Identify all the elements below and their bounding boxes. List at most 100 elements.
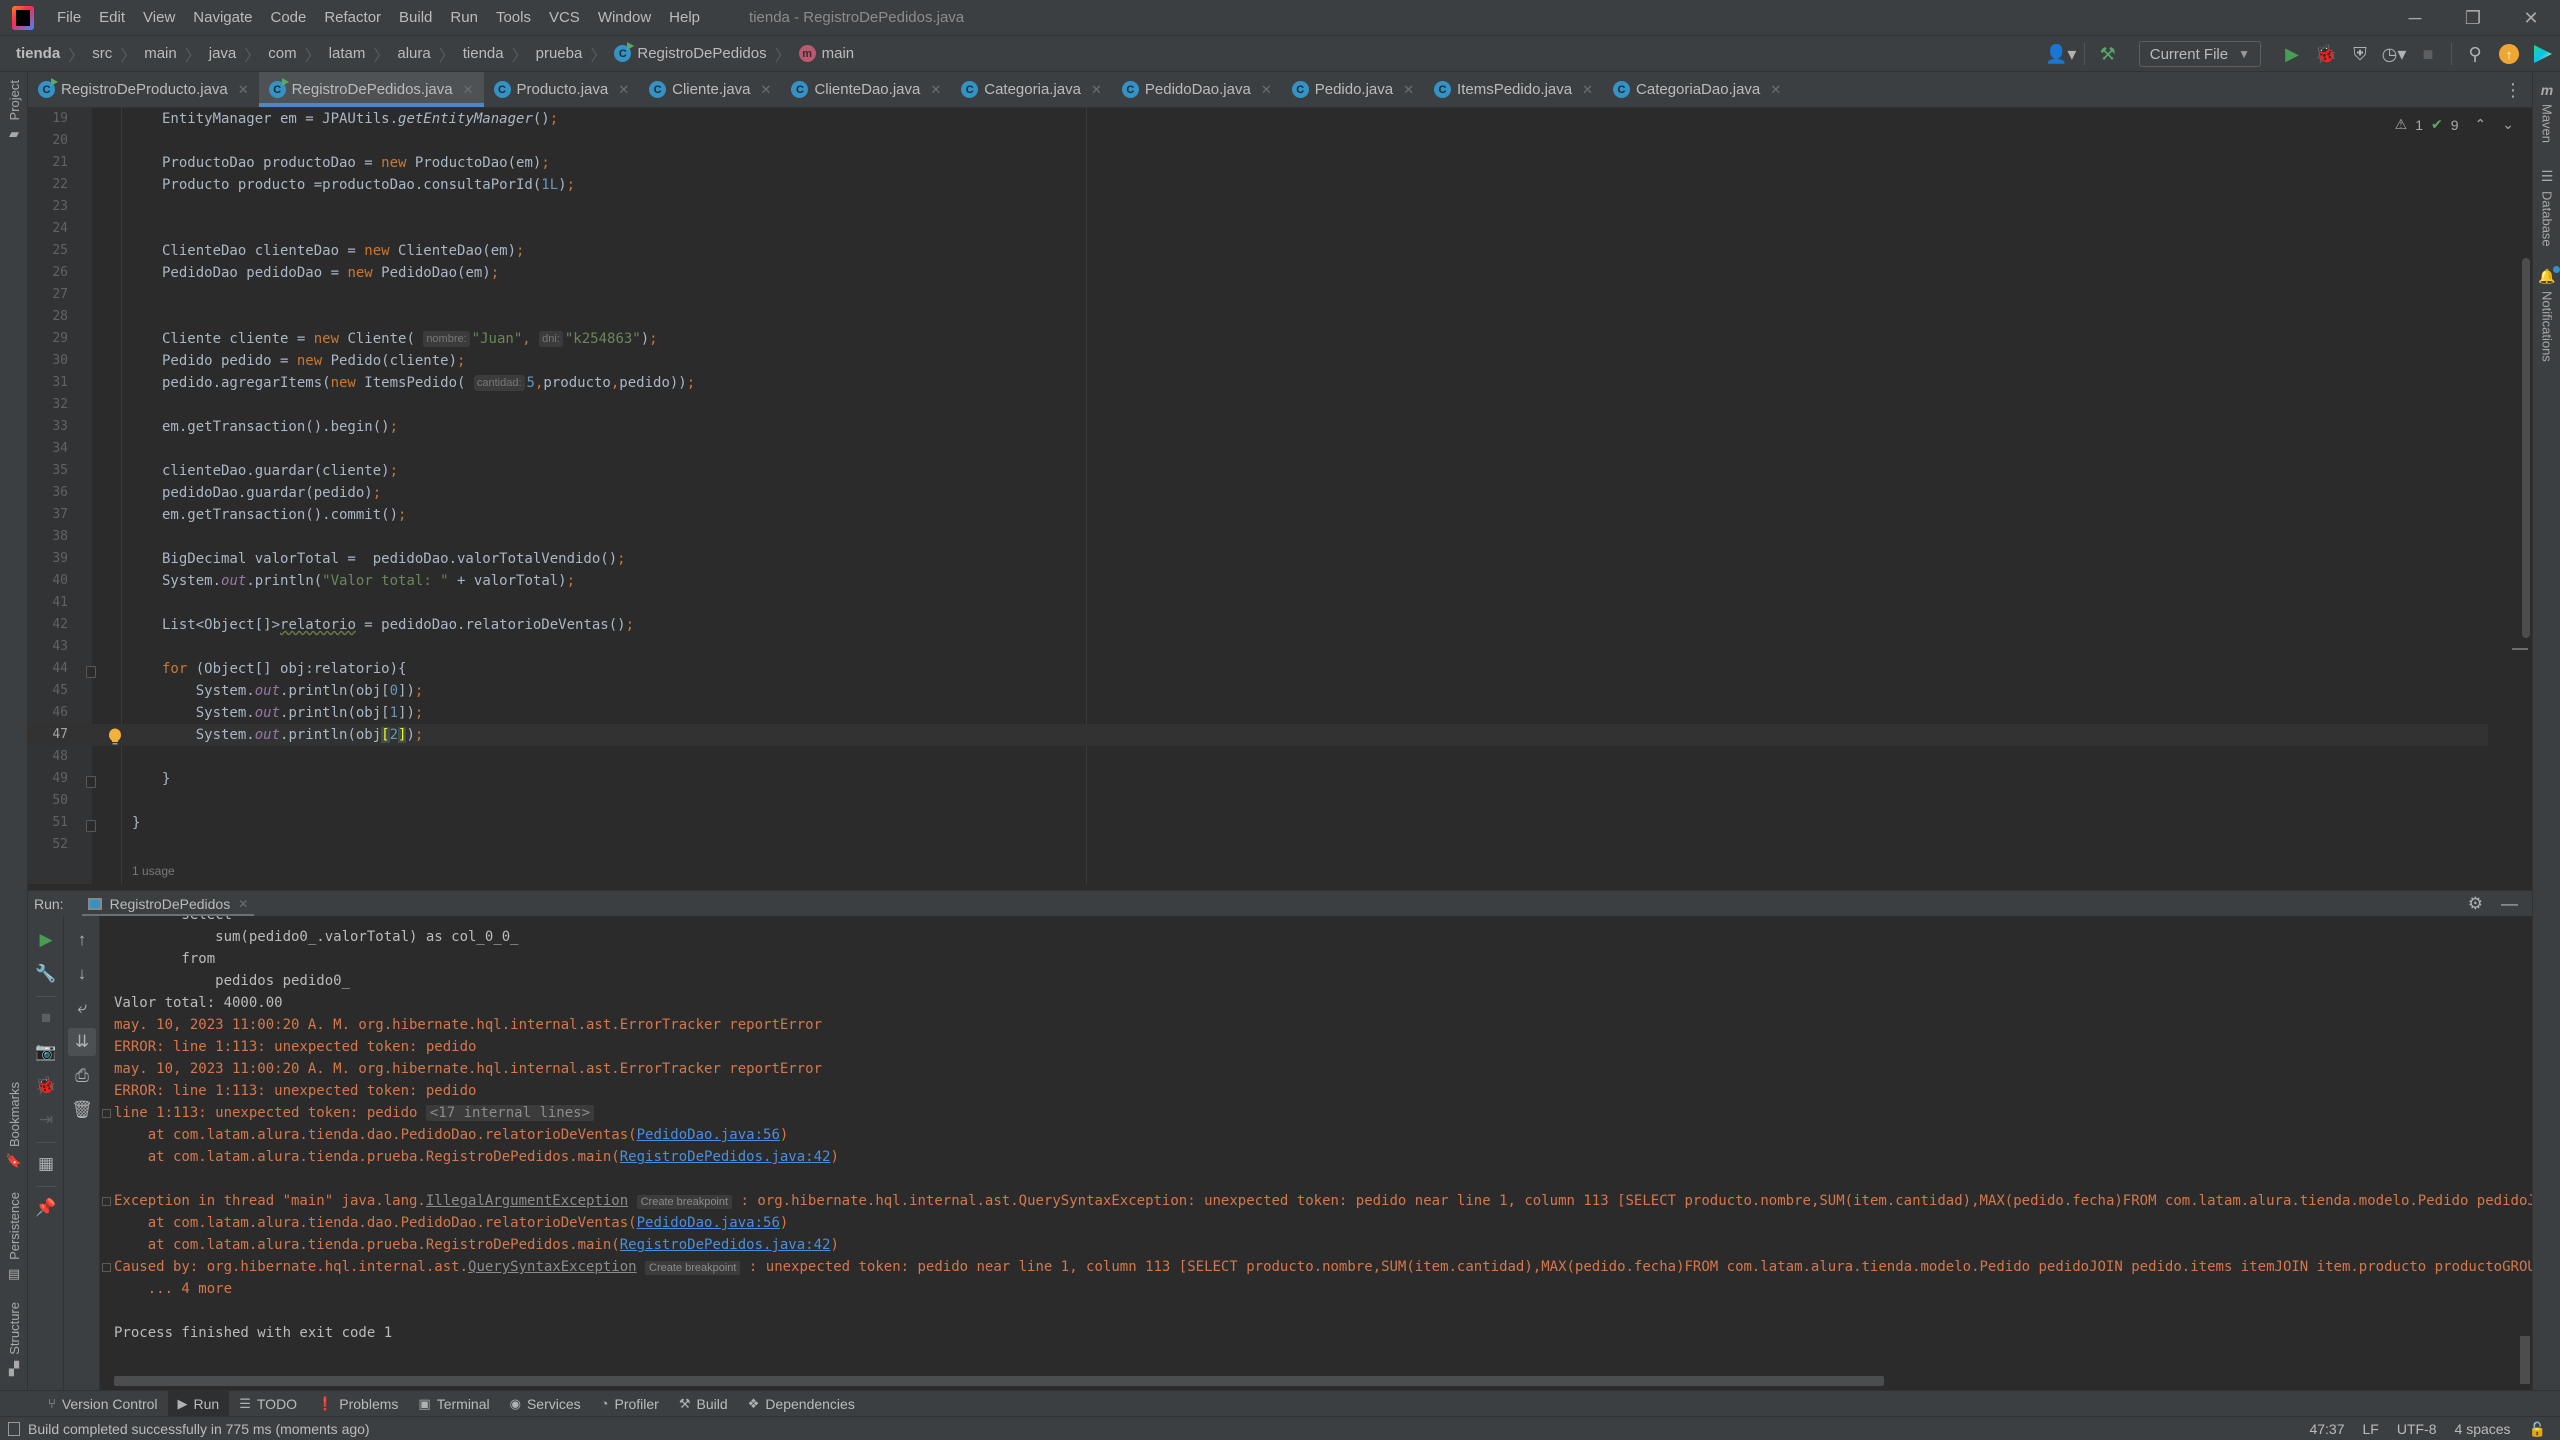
- line-number[interactable]: 38: [28, 526, 68, 548]
- login-icon[interactable]: ⇥: [32, 1106, 60, 1134]
- code-line[interactable]: 19 EntityManager em = JPAUtils.getEntityM…: [28, 108, 2488, 130]
- code-line[interactable]: 22 Producto producto =productoDao.consult…: [28, 174, 2488, 196]
- line-number[interactable]: 39: [28, 548, 68, 570]
- file-encoding[interactable]: UTF-8: [2397, 1421, 2437, 1437]
- breadcrumb-item[interactable]: main: [144, 45, 177, 62]
- run-config-select[interactable]: Current File ▼: [2138, 41, 2261, 67]
- close-tab-icon[interactable]: ✕: [463, 82, 474, 98]
- line-number[interactable]: 51: [28, 812, 68, 834]
- tool-tab-maven[interactable]: m Maven: [2533, 82, 2560, 143]
- intellij-logo-icon[interactable]: [12, 5, 34, 30]
- line-number[interactable]: 21: [28, 152, 68, 174]
- rerun-icon[interactable]: ▶: [32, 926, 60, 954]
- line-number[interactable]: 32: [28, 394, 68, 416]
- code-line[interactable]: 47 System.out.println(obj[2]);: [28, 724, 2488, 746]
- line-number[interactable]: 49: [28, 768, 68, 790]
- editor-tab[interactable]: C Pedido.java ✕: [1282, 72, 1424, 107]
- print-icon[interactable]: ⎙: [68, 1062, 96, 1090]
- close-tab-icon[interactable]: ✕: [1261, 82, 1272, 98]
- code-line[interactable]: 34: [28, 438, 2488, 460]
- close-tab-icon[interactable]: ✕: [618, 82, 629, 98]
- fold-expand-icon[interactable]: [102, 1109, 111, 1118]
- usage-hint[interactable]: 1 usage: [132, 864, 175, 878]
- line-number[interactable]: 41: [28, 592, 68, 614]
- line-number[interactable]: 44: [28, 658, 68, 680]
- editor-tab[interactable]: C RegistroDeProducto.java ✕: [28, 72, 259, 107]
- menu-run[interactable]: Run: [441, 0, 487, 36]
- user-icon[interactable]: 👤▾: [2044, 36, 2078, 72]
- source-link[interactable]: PedidoDao.java:56: [637, 1215, 780, 1231]
- scroll-to-end-icon[interactable]: ⇊: [68, 1028, 96, 1056]
- tool-window-dependencies[interactable]: ❖ Dependencies: [738, 1391, 865, 1416]
- profile-icon[interactable]: ◷▾: [2377, 36, 2411, 72]
- line-number[interactable]: 45: [28, 680, 68, 702]
- line-number[interactable]: 24: [28, 218, 68, 240]
- code-editor[interactable]: 19 EntityManager em = JPAUtils.getEntityM…: [28, 108, 2532, 884]
- breadcrumb-item[interactable]: prueba: [536, 45, 583, 62]
- console-horizontal-scrollbar[interactable]: [114, 1376, 1884, 1386]
- indent-setting[interactable]: 4 spaces: [2455, 1421, 2511, 1437]
- more-options-icon[interactable]: ⋮: [2504, 72, 2522, 108]
- close-window-button[interactable]: ✕: [2502, 0, 2560, 36]
- settings-gear-icon[interactable]: ⚙: [2468, 894, 2483, 914]
- code-line[interactable]: 21 ProductoDao productoDao = new Producto…: [28, 152, 2488, 174]
- close-tab-icon[interactable]: ✕: [1582, 82, 1593, 98]
- line-number[interactable]: 37: [28, 504, 68, 526]
- menu-build[interactable]: Build: [390, 0, 441, 36]
- editor-tab[interactable]: C Cliente.java ✕: [639, 72, 781, 107]
- status-message[interactable]: Build completed successfully in 775 ms (…: [28, 1421, 370, 1437]
- code-line[interactable]: 20: [28, 130, 2488, 152]
- lock-icon[interactable]: 🔓: [2529, 1421, 2546, 1438]
- code-line[interactable]: 50: [28, 790, 2488, 812]
- tool-window-build[interactable]: ⚒ Build: [669, 1391, 738, 1416]
- arrow-down-icon[interactable]: ↓: [68, 960, 96, 988]
- status-toggle-icon[interactable]: [8, 1421, 20, 1436]
- code-line[interactable]: 24: [28, 218, 2488, 240]
- next-highlight-icon[interactable]: ⌄: [2502, 116, 2514, 133]
- breadcrumb-item[interactable]: alura: [397, 45, 430, 62]
- fold-toggle-icon[interactable]: [86, 666, 96, 678]
- code-line[interactable]: 26 PedidoDao pedidoDao = new PedidoDao(em…: [28, 262, 2488, 284]
- code-line[interactable]: 27: [28, 284, 2488, 306]
- internal-lines-toggle[interactable]: <17 internal lines>: [425, 1105, 595, 1121]
- menu-file[interactable]: File: [48, 0, 90, 36]
- line-number[interactable]: 22: [28, 174, 68, 196]
- menu-code[interactable]: Code: [261, 0, 315, 36]
- breadcrumb-item[interactable]: latam: [329, 45, 366, 62]
- line-number[interactable]: 36: [28, 482, 68, 504]
- tool-window-problems[interactable]: ❗ Problems: [307, 1391, 408, 1416]
- coverage-icon[interactable]: ⛨: [2343, 36, 2377, 72]
- menu-help[interactable]: Help: [660, 0, 709, 36]
- breadcrumb-item[interactable]: tienda: [16, 45, 60, 62]
- tool-tab-persistence[interactable]: Persistence ▤: [0, 1192, 28, 1282]
- code-line[interactable]: 33 em.getTransaction().begin();: [28, 416, 2488, 438]
- menu-navigate[interactable]: Navigate: [184, 0, 261, 36]
- run-tab-registrodepedidos[interactable]: RegistroDePedidos ✕: [81, 891, 255, 917]
- trash-icon[interactable]: 🗑: [68, 1096, 96, 1124]
- menu-vcs[interactable]: VCS: [540, 0, 589, 36]
- source-link[interactable]: PedidoDao.java:56: [637, 1127, 780, 1143]
- debug-icon[interactable]: 🐞: [2309, 36, 2343, 72]
- inspection-widget[interactable]: ⚠ 1 ✔ 9 ⌃ ⌄: [2395, 116, 2514, 133]
- tool-tab-bookmarks[interactable]: Bookmarks 🔖: [0, 1082, 28, 1169]
- tool-window-todo[interactable]: ☰ TODO: [229, 1391, 307, 1416]
- editor-tab[interactable]: C Categoria.java ✕: [951, 72, 1112, 107]
- code-line[interactable]: 46 System.out.println(obj[1]);: [28, 702, 2488, 724]
- line-number[interactable]: 27: [28, 284, 68, 306]
- line-number[interactable]: 43: [28, 636, 68, 658]
- source-link[interactable]: RegistroDePedidos.java:42: [620, 1149, 831, 1165]
- fold-toggle-icon[interactable]: [86, 820, 96, 832]
- code-line[interactable]: 36 pedidoDao.guardar(pedido);: [28, 482, 2488, 504]
- line-number[interactable]: 33: [28, 416, 68, 438]
- tool-window-run[interactable]: ▶ Run: [167, 1391, 230, 1416]
- build-hammer-icon[interactable]: ⚒: [2091, 36, 2125, 72]
- code-line[interactable]: 45 System.out.println(obj[0]);: [28, 680, 2488, 702]
- breadcrumb-class[interactable]: C RegistroDePedidos: [614, 42, 767, 62]
- breadcrumb-item[interactable]: src: [92, 45, 112, 62]
- code-line[interactable]: 43: [28, 636, 2488, 658]
- stop-icon[interactable]: ■: [32, 1004, 60, 1032]
- code-line[interactable]: 39 BigDecimal valorTotal = pedidoDao.valo…: [28, 548, 2488, 570]
- restore-button[interactable]: ❐: [2444, 0, 2502, 36]
- line-number[interactable]: 42: [28, 614, 68, 636]
- minimize-button[interactable]: ─: [2386, 0, 2444, 36]
